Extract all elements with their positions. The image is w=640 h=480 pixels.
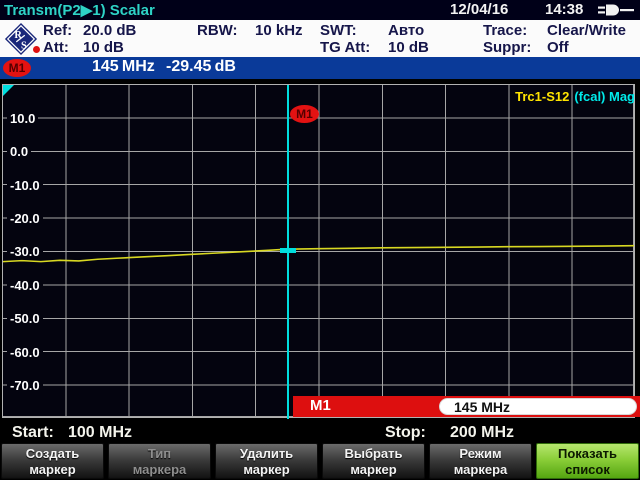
att-label: Att: bbox=[43, 39, 69, 56]
softkey-label: Создать bbox=[2, 446, 103, 462]
tg-att-value[interactable]: 10 dB bbox=[388, 39, 429, 56]
softkey-label: Режим bbox=[430, 446, 531, 462]
att-value[interactable]: 10 dB bbox=[83, 39, 124, 56]
softkey-label: маркер bbox=[323, 462, 424, 478]
softkey-marker-type: Тип маркера bbox=[108, 443, 211, 479]
softkey-label: Выбрать bbox=[323, 446, 424, 462]
ac-power-plug-icon bbox=[597, 3, 637, 17]
softkey-label: Удалить bbox=[216, 446, 317, 462]
date-display: 12/04/16 bbox=[450, 1, 508, 18]
softkey-marker-mode[interactable]: Режим маркера bbox=[429, 443, 532, 479]
softkey-label: маркер bbox=[2, 462, 103, 478]
instrument-screen: Transm(P2▶1) Scalar 12/04/16 14:38 R S R… bbox=[0, 0, 640, 480]
trace-legend: Trc1-S12 (fcal) Mag bbox=[515, 89, 635, 104]
marker-point-icon bbox=[280, 248, 296, 253]
softkey-select-marker[interactable]: Выбрать маркер bbox=[322, 443, 425, 479]
softkey-label: список bbox=[537, 462, 638, 478]
stop-value[interactable]: 200 MHz bbox=[450, 424, 514, 442]
softkey-bar: Создать маркер Тип маркера Удалить марке… bbox=[0, 443, 640, 480]
time-display: 14:38 bbox=[545, 1, 583, 18]
softkey-label: Тип bbox=[109, 446, 210, 462]
ref-label: Ref: bbox=[43, 22, 72, 39]
softkey-label: маркера bbox=[109, 462, 210, 478]
marker-frequency-value: 145 MHz bbox=[454, 399, 510, 415]
start-value[interactable]: 100 MHz bbox=[68, 424, 132, 442]
marker-frequency-readout: 145 MHz bbox=[92, 58, 155, 76]
y-axis-label: 0.0 bbox=[7, 144, 31, 159]
svg-text:R: R bbox=[14, 30, 22, 41]
marker-edit-name: M1 bbox=[310, 397, 331, 414]
softkey-label: маркера bbox=[430, 462, 531, 478]
softkey-delete-marker[interactable]: Удалить маркер bbox=[215, 443, 318, 479]
y-axis-label: -10.0 bbox=[7, 178, 43, 193]
ref-value[interactable]: 20.0 dB bbox=[83, 22, 136, 39]
y-axis-label: -50.0 bbox=[7, 311, 43, 326]
rbw-value[interactable]: 10 kHz bbox=[255, 22, 303, 39]
svg-text:S: S bbox=[21, 40, 27, 51]
stop-label: Stop: bbox=[385, 424, 426, 442]
y-axis-label: 10.0 bbox=[7, 111, 38, 126]
trace-value[interactable]: Clear/Write bbox=[547, 22, 626, 39]
y-axis-label: -40.0 bbox=[7, 278, 43, 293]
trace-label: Trace: bbox=[483, 22, 527, 39]
marker-level-readout: -29.45 dB bbox=[166, 58, 236, 76]
trace-id: Trc1-S12 bbox=[515, 89, 569, 104]
trace-curve bbox=[3, 85, 634, 417]
reference-corner-icon bbox=[3, 85, 14, 96]
y-axis-label: -70.0 bbox=[7, 378, 43, 393]
softkey-show-list[interactable]: Показать список bbox=[536, 443, 639, 479]
swt-label: SWT: bbox=[320, 22, 357, 39]
marker-frequency-input[interactable]: 145 MHz bbox=[439, 398, 637, 415]
marker-readout-bar: M1 145 MHz -29.45 dB bbox=[0, 57, 640, 79]
att-status-dot bbox=[33, 46, 40, 53]
trace-mode: (fcal) Mag bbox=[574, 89, 635, 104]
marker-badge: M1 bbox=[3, 59, 31, 77]
measurement-title: Transm(P2▶1) Scalar bbox=[4, 1, 155, 19]
measurement-graph: 10.0 0.0 -10.0 -20.0 -30.0 -40.0 -50.0 -… bbox=[2, 84, 635, 418]
softkey-label: маркер bbox=[216, 462, 317, 478]
title-bar: Transm(P2▶1) Scalar 12/04/16 14:38 bbox=[0, 0, 640, 20]
swt-value[interactable]: Авто bbox=[388, 22, 424, 39]
marker-flag[interactable]: M1 bbox=[290, 105, 319, 123]
suppr-value[interactable]: Off bbox=[547, 39, 569, 56]
softkey-create-marker[interactable]: Создать маркер bbox=[1, 443, 104, 479]
start-label: Start: bbox=[12, 424, 54, 442]
y-axis-label: -20.0 bbox=[7, 211, 43, 226]
tg-att-label: TG Att: bbox=[320, 39, 370, 56]
marker-edit-bar: M1 145 MHz bbox=[293, 396, 640, 417]
settings-panel: R S Ref: 20.0 dB RBW: 10 kHz SWT: Авто T… bbox=[0, 20, 640, 57]
softkey-label: Показать bbox=[537, 446, 638, 462]
suppr-label: Suppr: bbox=[483, 39, 531, 56]
y-axis-label: -60.0 bbox=[7, 345, 43, 360]
rbw-label: RBW: bbox=[197, 22, 238, 39]
y-axis-label: -30.0 bbox=[7, 244, 43, 259]
